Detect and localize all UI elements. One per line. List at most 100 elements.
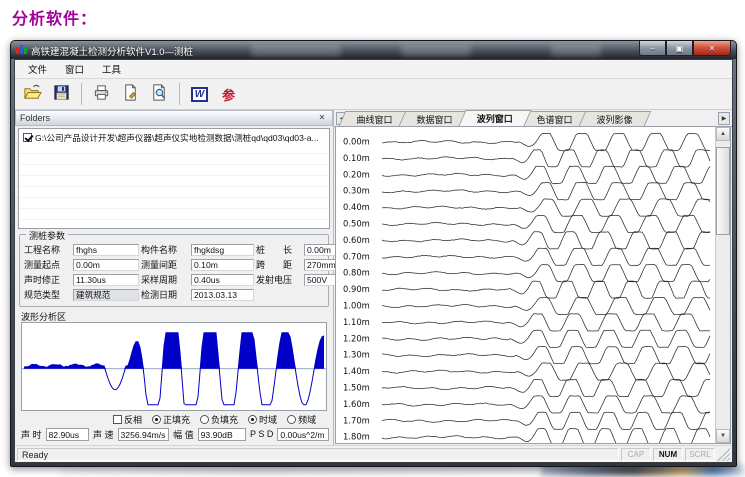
param-value-2-0[interactable]: 11.30us [73,274,139,286]
dataset-path: G:\公司产品设计开发\超声仪器\超声仪实地检测数据\测桩qd\qd03\qd0… [35,132,319,144]
fill-radio-1[interactable]: 负填充 [200,413,238,426]
wave-trace-6 [382,232,710,249]
scrollbar-thumb[interactable] [716,147,730,235]
wave-trace-11 [382,314,710,331]
depth-label-17: 1.70m [343,415,370,425]
toolbar-separator [81,83,82,105]
domain-radio-1[interactable]: 频域 [287,413,316,426]
tree-row [19,165,329,176]
tab-4[interactable]: 波列影像 [579,111,652,126]
print-preview-button[interactable] [146,82,173,107]
invert-checkbox-group: 反相 [113,413,142,426]
readout-value-0[interactable]: 82.90us [46,428,89,441]
readout-value-1[interactable]: 3256.94m/s [118,428,170,441]
domain-radio-0[interactable]: 时域 [248,413,277,426]
domain-radio-label-1: 频域 [298,413,316,426]
param-value-2-1[interactable]: 0.40us [191,274,254,286]
wave-trace-16 [382,396,710,413]
tree-row [19,143,329,154]
print-button[interactable] [88,82,115,107]
wave-trace-3 [382,183,710,200]
wave-trace-4 [382,199,710,216]
toolbar-separator [179,83,180,105]
window-title: 高铁建混凝土检测分析软件V1.0—测桩 [31,44,193,58]
depth-label-10: 1.00m [343,301,370,311]
readout-label-0: 声 时 [21,428,42,441]
scroll-down-icon[interactable]: ▼ [716,429,730,443]
param-label-2-0: 声时修正 [24,273,71,286]
pile-parameters-group: 测桩参数 工程名称fhghs构件名称fhgkdsg桩 长0.00m测量起点0.0… [19,234,329,306]
vertical-scrollbar[interactable]: ▲ ▼ [715,127,730,443]
param-value-0-1[interactable]: fhgkdsg [191,244,254,256]
tab-2[interactable]: 波列窗口 [458,110,531,126]
wave-trace-1 [382,150,710,167]
folders-panel-header[interactable]: Folders ✕ [15,110,333,126]
param-value-0-0[interactable]: fhghs [73,244,139,256]
scroll-up-icon[interactable]: ▲ [716,127,730,141]
parameters-button[interactable]: 参 [215,82,242,107]
tree-item-dataset[interactable]: G:\公司产品设计开发\超声仪器\超声仪实地检测数据\测桩qd\qd03\qd0… [23,132,319,144]
preview-magnifier-icon [150,83,169,105]
domain-radio-icon-0[interactable] [248,415,257,424]
param-value-3-1[interactable]: 2013.03.13 [191,289,254,301]
tab-label-0: 曲线窗口 [357,113,393,126]
depth-label-14: 1.40m [343,366,370,376]
resize-grip[interactable] [717,448,730,461]
wave-train-view[interactable]: 0.00m0.10m0.20m0.30m0.40m0.50m0.60m0.70m… [335,127,731,444]
status-indicator-scrl: SCRL [685,448,715,461]
depth-label-1: 0.10m [343,153,370,163]
wave-trace-9 [382,281,710,298]
close-button[interactable]: ✕ [693,41,731,56]
titlebar-glass-blob [401,43,471,56]
scrollbar-track[interactable] [716,141,730,429]
dataset-checkbox[interactable] [23,133,32,142]
app-icon [16,45,27,55]
open-file-button[interactable] [19,82,46,107]
wave-trace-5 [382,215,710,232]
word-export-button[interactable]: W [186,82,213,107]
save-button[interactable] [48,82,75,107]
right-pane: ◀ 曲线窗口数据窗口波列窗口色谱窗口波列影像 ▶ 0.00m0.10m0.20m… [334,110,732,445]
readout-label-3: P S D [250,429,273,439]
menu-item-1[interactable]: 窗口 [56,60,93,78]
depth-label-4: 0.40m [343,202,370,212]
folders-close-icon[interactable]: ✕ [316,113,328,122]
maximize-button[interactable]: ▣ [666,41,693,56]
minimize-button[interactable]: – [639,41,666,56]
menu-item-0[interactable]: 文件 [19,60,56,78]
readout-value-2[interactable]: 93.90dB [198,428,246,441]
status-text: Ready [17,448,619,461]
folders-tree[interactable]: G:\公司产品设计开发\超声仪器\超声仪实地检测数据\测桩qd\qd03\qd0… [18,128,330,230]
param-label-1-0: 测量起点 [24,258,71,271]
title-bar[interactable]: 高铁建混凝土检测分析软件V1.0—测桩 – ▣ ✕ [11,41,736,59]
wave-trace-14 [382,363,710,380]
waveform-svg [22,323,326,411]
fill-radio-0[interactable]: 正填充 [152,413,190,426]
invert-checkbox[interactable] [113,415,122,424]
wave-train-svg: 0.00m0.10m0.20m0.30m0.40m0.50m0.60m0.70m… [336,127,715,443]
tab-scroll-right-icon[interactable]: ▶ [718,112,730,125]
fill-radio-icon-1[interactable] [200,415,209,424]
save-floppy-icon [52,83,71,105]
readout-value-3[interactable]: 0.00us^2/m [277,428,329,441]
depth-label-5: 0.50m [343,219,370,229]
depth-label-9: 0.90m [343,284,370,294]
depth-label-12: 1.20m [343,333,370,343]
status-indicator-num: NUM [653,448,683,461]
window-controls: – ▣ ✕ [639,41,731,56]
domain-radio-label-0: 时域 [259,413,277,426]
depth-label-2: 0.20m [343,169,370,179]
param-value-1-1[interactable]: 0.10m [191,259,254,271]
toolbar: W参 [15,79,732,110]
domain-radio-icon-1[interactable] [287,415,296,424]
waveform-analysis-plot[interactable] [21,322,327,412]
printer-icon [92,83,111,105]
param-label-0-1: 构件名称 [141,243,189,256]
fill-radio-icon-0[interactable] [152,415,161,424]
status-bar: Ready CAPNUMSCRL [15,445,732,462]
param-value-1-0[interactable]: 0.00m [73,259,139,271]
print-setup-button[interactable] [117,82,144,107]
param-value-3-0[interactable]: 建筑规范 [73,289,139,301]
menu-item-2[interactable]: 工具 [93,60,130,78]
depth-label-0: 0.00m [343,137,370,147]
